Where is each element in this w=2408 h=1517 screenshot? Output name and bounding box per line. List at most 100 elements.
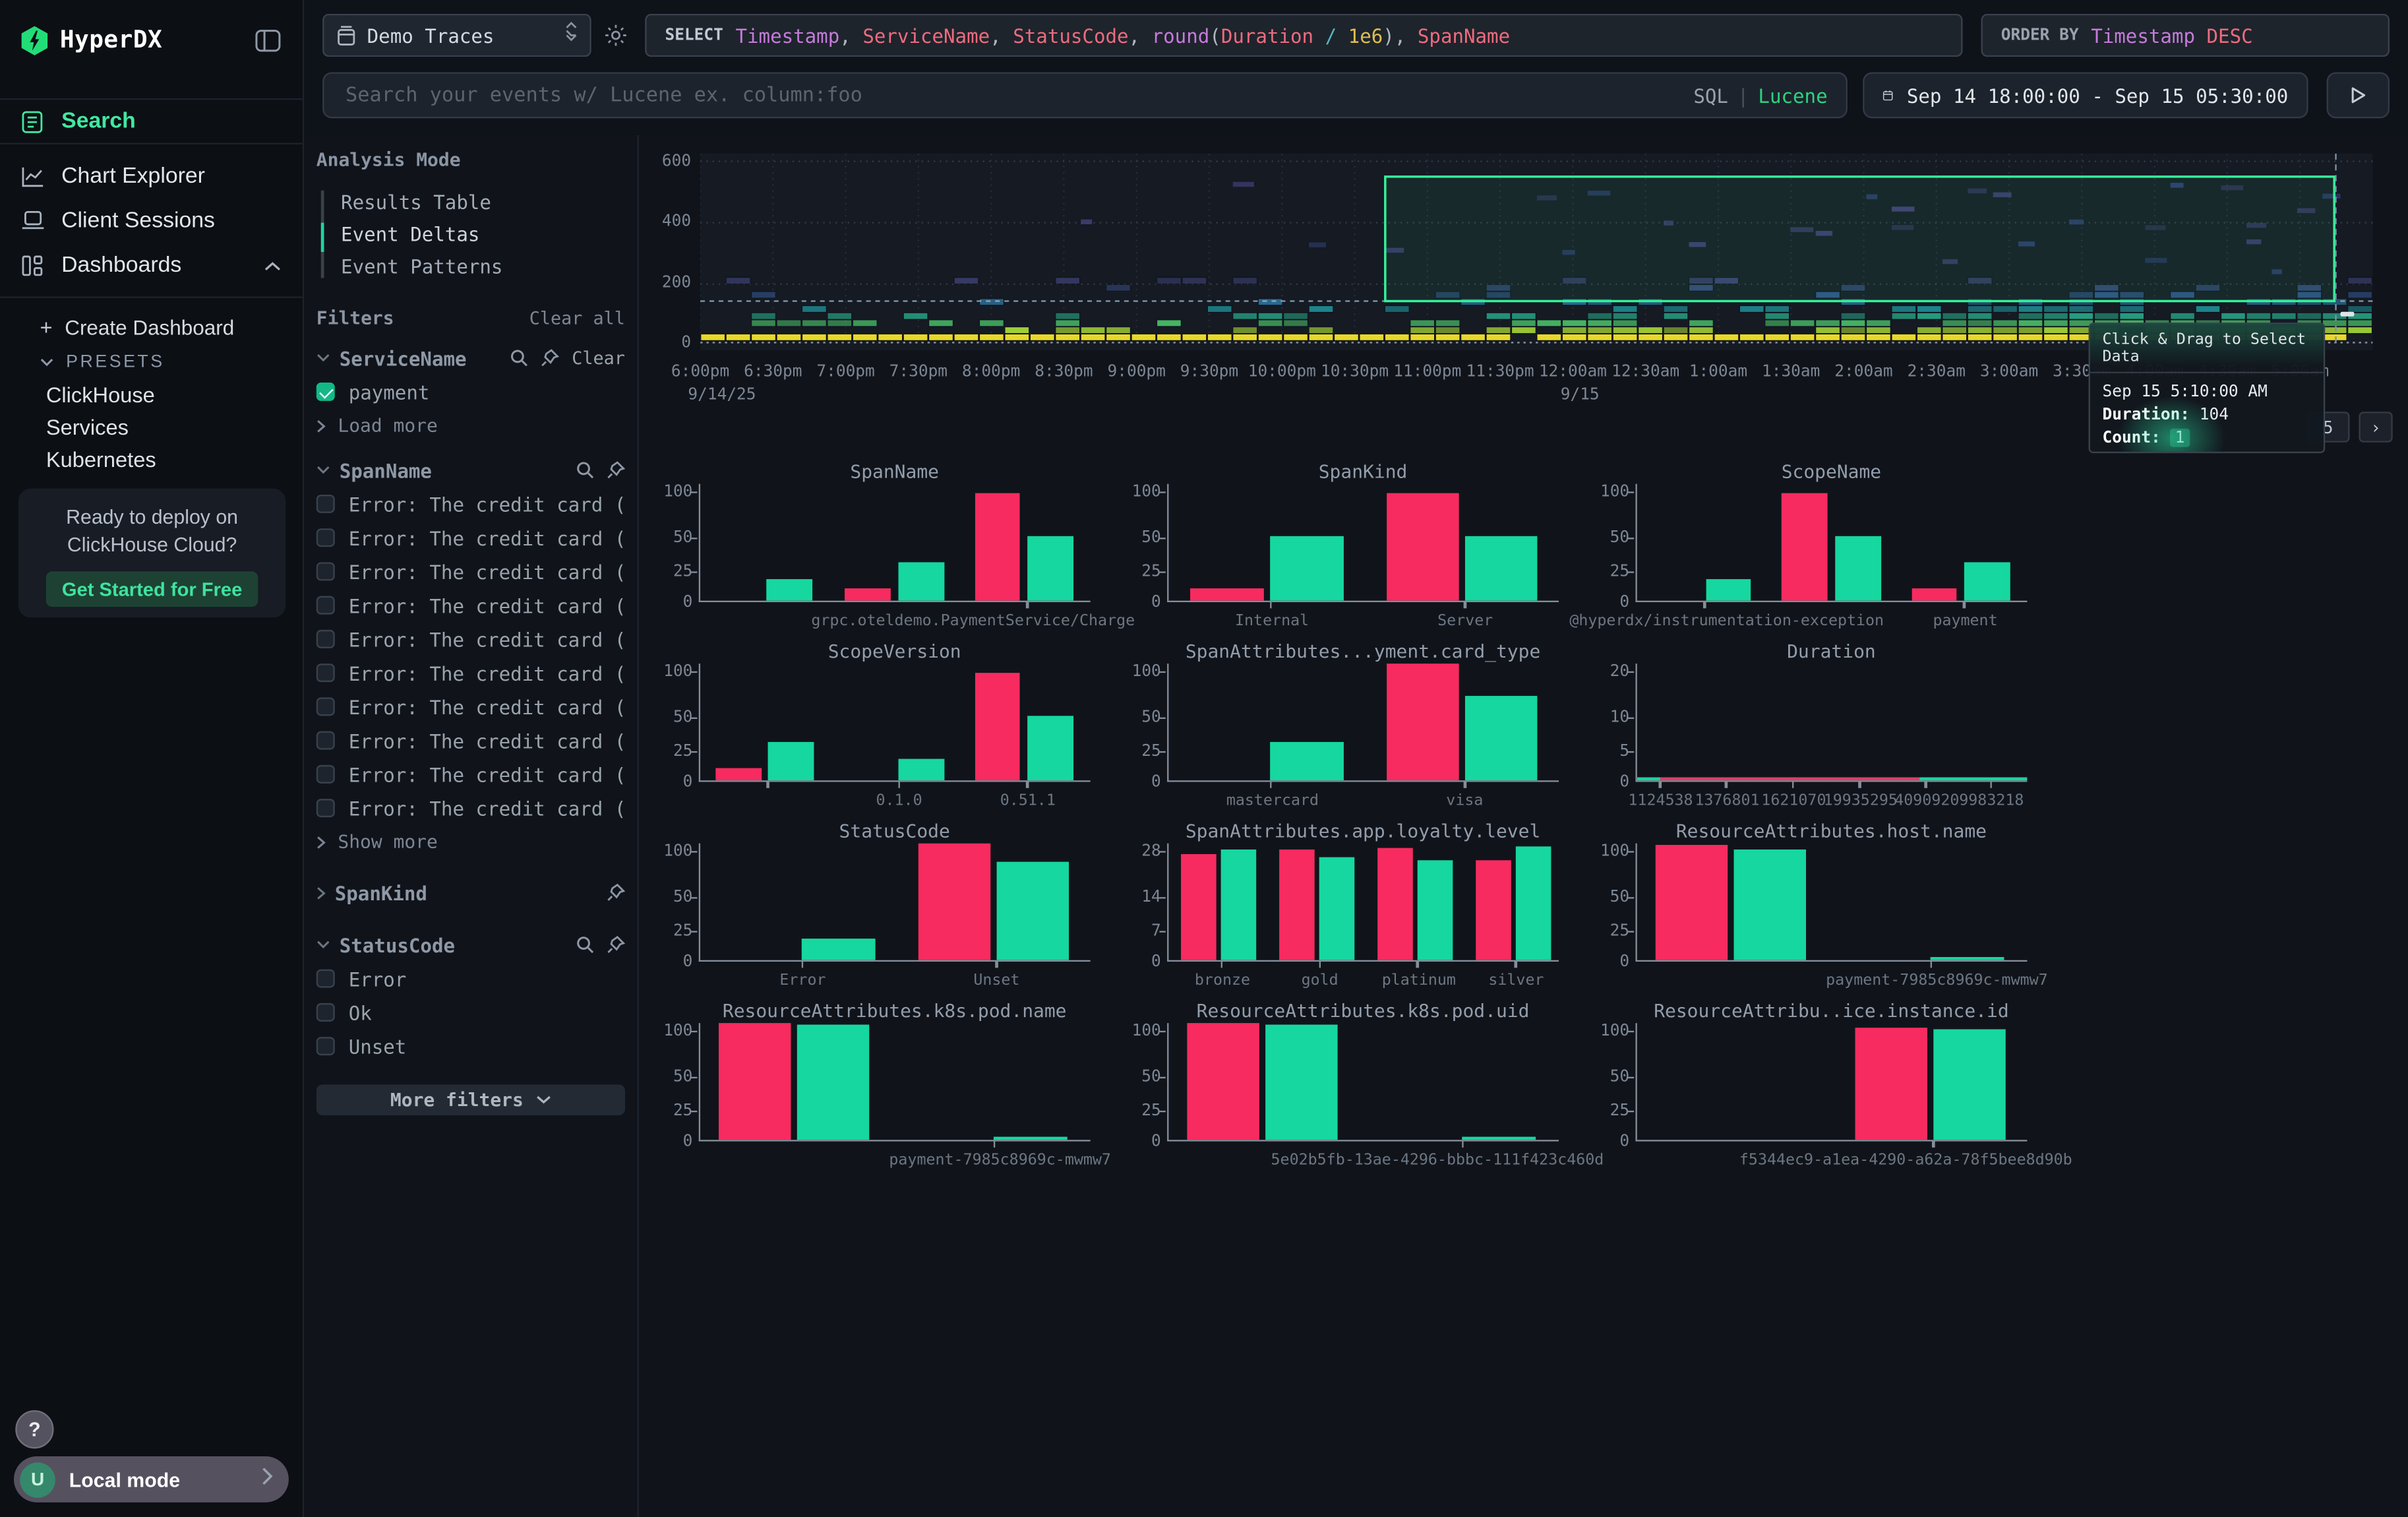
baseline-bar[interactable] — [768, 742, 814, 780]
language-toggle-sql[interactable]: SQL — [1693, 84, 1728, 107]
source-settings-gear-icon[interactable] — [603, 23, 628, 55]
selected-bar[interactable] — [1655, 846, 1728, 960]
sidebar-item-client-sessions[interactable]: Client Sessions — [0, 198, 303, 243]
search-icon[interactable] — [576, 935, 594, 954]
checkbox-unchecked[interactable] — [316, 1037, 335, 1055]
sidebar-item-search[interactable]: Search — [0, 98, 303, 144]
chevron-down-icon[interactable] — [316, 940, 330, 949]
baseline-bar[interactable] — [1464, 537, 1538, 601]
selected-bar[interactable] — [975, 493, 1021, 601]
language-toggle-lucene[interactable]: Lucene — [1758, 84, 1827, 107]
filter-checkbox-item[interactable]: Unset — [316, 1032, 625, 1060]
checkbox-unchecked[interactable] — [316, 630, 335, 648]
sidebar-link-clickhouse[interactable]: ClickHouse — [0, 378, 303, 410]
filter-checkbox-item[interactable]: Error: The credit card (… — [316, 524, 625, 551]
baseline-bar[interactable] — [1417, 860, 1453, 960]
sidebar-link-kubernetes[interactable]: Kubernetes — [0, 443, 303, 475]
chevron-down-icon[interactable] — [316, 466, 330, 475]
baseline-bar[interactable] — [1027, 716, 1073, 780]
baseline-bar[interactable] — [899, 758, 945, 780]
baseline-bar[interactable] — [994, 1136, 1068, 1140]
baseline-bar[interactable] — [1933, 1030, 2006, 1140]
baseline-bar[interactable] — [1462, 1136, 1536, 1140]
load-more-button[interactable]: Load more — [316, 414, 625, 438]
checkbox-unchecked[interactable] — [316, 970, 335, 988]
checkbox-unchecked[interactable] — [316, 664, 335, 682]
baseline-bar[interactable] — [802, 939, 875, 960]
selected-bar[interactable] — [1911, 588, 1958, 600]
pin-icon[interactable] — [607, 883, 625, 902]
minichart-plot[interactable]: 02550100f5344ec9-a1ea-4290-a62a-78f5bee8… — [1635, 1023, 2027, 1141]
source-select[interactable]: Demo Traces — [322, 14, 591, 57]
user-menu[interactable]: U Local mode — [14, 1456, 289, 1502]
help-button[interactable]: ? — [15, 1410, 53, 1448]
duration-heatmap-chart[interactable] — [700, 154, 2372, 350]
selected-bar[interactable] — [1854, 1027, 1927, 1140]
selected-bar[interactable] — [1386, 664, 1459, 780]
selected-bar[interactable] — [715, 768, 762, 780]
checkbox-unchecked[interactable] — [316, 1003, 335, 1022]
baseline-bar[interactable] — [1271, 742, 1344, 780]
run-query-button[interactable] — [2327, 72, 2390, 118]
checkbox-unchecked[interactable] — [316, 765, 335, 784]
baseline-bar[interactable] — [1027, 537, 1073, 601]
minichart-plot[interactable]: 02550100@hyperdx/instrumentation-excepti… — [1635, 484, 2027, 602]
more-filters-button[interactable]: More filters — [316, 1084, 625, 1115]
chevron-up-icon[interactable] — [264, 253, 282, 277]
filter-checkbox-item[interactable]: Error: The credit card (… — [316, 659, 625, 687]
filter-group-name[interactable]: SpanName — [340, 458, 432, 481]
checkbox-unchecked[interactable] — [316, 495, 335, 513]
next-page-button[interactable]: › — [2359, 412, 2392, 443]
select-clause-input[interactable]: SELECT Timestamp, ServiceName, StatusCod… — [645, 14, 1962, 57]
analysis-mode-option-event-deltas[interactable]: Event Deltas — [341, 218, 625, 251]
baseline-bar[interactable] — [996, 861, 1069, 960]
minichart-plot[interactable]: 02550100payment-7985c8969c-mwmw7 — [1635, 844, 2027, 962]
filter-checkbox-item[interactable]: Error: The credit card (… — [316, 794, 625, 822]
baseline-bar[interactable] — [797, 1024, 870, 1140]
filter-checkbox-item[interactable]: Error: The credit card (… — [316, 693, 625, 720]
baseline-bar[interactable] — [1319, 857, 1355, 960]
filter-group-name[interactable]: ServiceName — [340, 346, 467, 369]
filter-checkbox-item[interactable]: Error: The credit card (… — [316, 592, 625, 619]
pin-icon[interactable] — [607, 461, 625, 480]
clear-all-button[interactable]: Clear all — [529, 307, 625, 329]
selected-bar[interactable] — [1782, 493, 1828, 601]
show-more-button[interactable]: Show more — [316, 830, 625, 854]
minichart-plot[interactable]: 02550100ErrorUnset — [699, 844, 1091, 962]
orderby-input[interactable]: ORDER BY Timestamp DESC — [1981, 14, 2390, 57]
filter-group-name[interactable]: StatusCode — [340, 933, 455, 956]
selected-bar[interactable] — [1377, 848, 1413, 960]
minichart-plot[interactable]: 02550100payment-7985c8969c-mwmw7 — [699, 1023, 1091, 1141]
baseline-bar[interactable] — [1464, 697, 1538, 781]
checkbox-unchecked[interactable] — [316, 528, 335, 547]
minichart-plot[interactable]: 025501005e02b5fb-13ae-4296-bbbc-111f423c… — [1167, 1023, 1559, 1141]
search-icon[interactable] — [510, 349, 529, 367]
checkbox-checked[interactable] — [316, 383, 335, 401]
chevron-right-icon[interactable] — [316, 886, 326, 900]
create-dashboard-button[interactable]: + Create Dashboard — [0, 310, 303, 344]
filter-checkbox-item[interactable]: Error: The credit card (… — [316, 625, 625, 653]
baseline-bar[interactable] — [1222, 850, 1257, 960]
selected-bar[interactable] — [918, 844, 991, 960]
baseline-bar[interactable] — [1706, 579, 1752, 601]
selected-bar[interactable] — [1182, 853, 1217, 960]
minichart-plot[interactable]: 071428bronzegoldplatinumsilver — [1167, 844, 1559, 962]
minichart-plot[interactable]: 0510201124538137680116210701993529540909… — [1635, 664, 2027, 782]
selected-bar[interactable] — [1386, 493, 1459, 601]
sidebar-item-dashboards[interactable]: Dashboards — [0, 243, 303, 288]
search-icon[interactable] — [576, 461, 594, 480]
selected-bar[interactable] — [845, 588, 891, 600]
baseline-bar[interactable] — [1271, 537, 1344, 601]
filter-checkbox-item[interactable]: Error: The credit card (… — [316, 760, 625, 788]
filter-checkbox-item[interactable]: Error — [316, 965, 625, 993]
selected-bar[interactable] — [1280, 850, 1315, 960]
search-input[interactable] — [342, 82, 1693, 109]
filter-checkbox-item[interactable]: Error: The credit card (… — [316, 557, 625, 585]
pin-icon[interactable] — [541, 349, 560, 367]
selected-bar[interactable] — [1186, 1023, 1259, 1140]
selected-bar[interactable] — [1190, 588, 1263, 600]
baseline-bar[interactable] — [1931, 957, 2004, 960]
sidebar-collapse-icon[interactable] — [255, 28, 282, 51]
minichart-plot[interactable]: 025501000.1.00.51.1 — [699, 664, 1091, 782]
selected-bar[interactable] — [975, 673, 1021, 781]
